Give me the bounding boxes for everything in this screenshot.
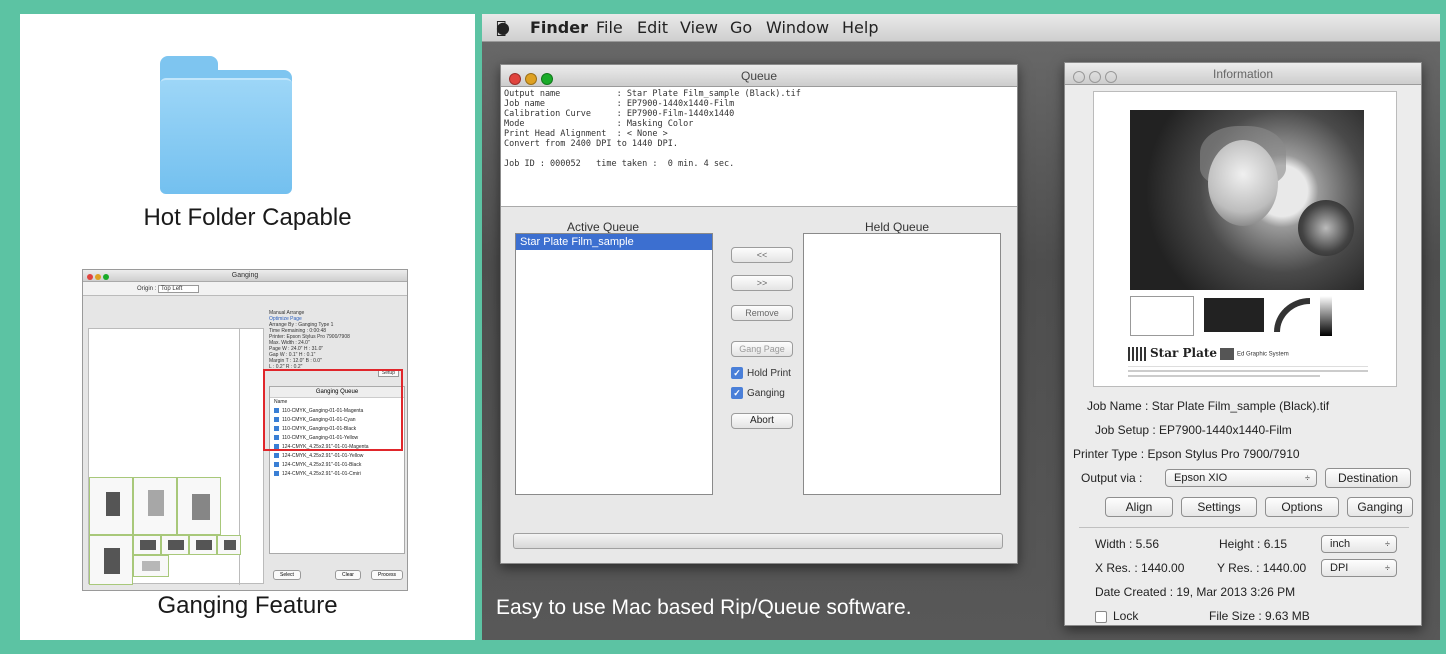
queue-window-titlebar: Queue (501, 65, 1017, 87)
apple-logo-icon[interactable]: ● (496, 14, 510, 42)
settings-button[interactable]: Settings (1181, 497, 1257, 517)
list-item: 124-CMYK_4.25x2.91"-01-01-Cmiri (270, 470, 404, 479)
list-item: 124-CMYK_4.25x2.91"-01-01-Yellow (270, 452, 404, 461)
output-via-label: Output via : (1081, 471, 1143, 485)
calibration-target (1130, 296, 1364, 336)
menu-window[interactable]: Window (766, 14, 829, 42)
queue-log: Output name : Star Plate Film_sample (Bl… (501, 87, 1017, 207)
lock-checkbox[interactable]: Lock (1095, 609, 1138, 623)
height-value: Height : 6.15 (1219, 537, 1288, 551)
remove-button[interactable]: Remove (731, 305, 793, 321)
job-preview: Star Plate Ed Graphic System (1093, 91, 1397, 387)
width-value: Width : 5.56 (1095, 537, 1160, 551)
info-window-titlebar: Information (1065, 63, 1421, 85)
hot-folder-icon (160, 56, 292, 194)
ganging-button[interactable]: Ganging (1347, 497, 1413, 517)
file-size: File Size : 9.63 MB (1209, 609, 1310, 623)
preview-photo (1130, 110, 1364, 290)
printer-type: Printer Type : Epson Stylus Pro 7900/791… (1073, 447, 1300, 461)
list-item[interactable]: Star Plate Film_sample (516, 234, 712, 250)
menu-help[interactable]: Help (842, 14, 878, 42)
information-window: Information Star Plate Ed Graphic System… (1064, 62, 1422, 626)
queue-window: Queue Output name : Star Plate Film_samp… (500, 64, 1018, 564)
zoom-button[interactable] (1105, 71, 1117, 83)
queue-window-title: Queue (740, 69, 778, 83)
mac-desktop:  ● Finder File Edit View Go Window Help… (482, 14, 1440, 640)
date-created: Date Created : 19, Mar 2013 3:26 PM (1095, 585, 1296, 599)
tagline: Easy to use Mac based Rip/Queue software… (496, 596, 912, 619)
left-feature-panel: Hot Folder Capable Ganging Origin : Top … (20, 14, 475, 640)
preview-fine-print (1128, 366, 1368, 380)
ganging-window-title: Ganging (83, 270, 407, 282)
ed-graphic-logo: Ed Graphic System (1220, 348, 1289, 360)
active-queue-label: Active Queue (567, 220, 640, 234)
gang-page-button[interactable]: Gang Page (731, 341, 793, 357)
progress-bar (513, 533, 1003, 549)
ganging-canvas (88, 328, 264, 585)
hot-folder-caption: Hot Folder Capable (143, 204, 352, 231)
menu-bar:  ● Finder File Edit View Go Window Help (482, 14, 1440, 42)
ganging-caption: Ganging Feature (157, 592, 338, 619)
menu-view[interactable]: View (680, 14, 718, 42)
output-via-select[interactable]: Epson XIO ÷ (1165, 469, 1317, 487)
stepper-arrows-icon: ÷ (1385, 563, 1390, 573)
minimize-button[interactable] (525, 73, 537, 85)
highlight-box (263, 369, 403, 451)
active-queue-list[interactable]: Star Plate Film_sample (515, 233, 713, 495)
ganging-buttons: Select Clear Process (269, 570, 405, 584)
move-left-button[interactable]: << (731, 247, 793, 263)
job-name: Job Name : Star Plate Film_sample (Black… (1087, 399, 1330, 413)
held-queue-list[interactable] (803, 233, 1001, 495)
ganging-toolbar: Origin : Top Left (83, 282, 407, 296)
star-plate-logo: Star Plate (1128, 346, 1217, 361)
x-res-value: X Res. : 1440.00 (1095, 561, 1185, 575)
job-setup: Job Setup : EP7900-1440x1440-Film (1095, 423, 1292, 437)
move-right-button[interactable]: >> (731, 275, 793, 291)
stepper-arrows-icon: ÷ (1305, 473, 1310, 483)
align-button[interactable]: Align (1105, 497, 1173, 517)
divider (1079, 527, 1409, 528)
info-window-title: Information (1212, 67, 1274, 81)
unit-select[interactable]: inch ÷ (1321, 535, 1397, 553)
menu-file[interactable]: File (596, 14, 623, 42)
minimize-button[interactable] (1089, 71, 1101, 83)
ganging-checkbox[interactable]: ✓ Ganging (731, 387, 785, 401)
res-unit-select[interactable]: DPI ÷ (1321, 559, 1397, 577)
stepper-arrows-icon: ÷ (1385, 539, 1390, 549)
hold-print-checkbox[interactable]: ✓ Hold Print (731, 367, 791, 381)
close-button[interactable] (1073, 71, 1085, 83)
y-res-value: Y Res. : 1440.00 (1217, 561, 1307, 575)
abort-button[interactable]: Abort (731, 413, 793, 429)
zoom-button[interactable] (541, 73, 553, 85)
held-queue-label: Held Queue (865, 220, 930, 234)
checkbox-icon[interactable] (1095, 610, 1107, 623)
menu-edit[interactable]: Edit (637, 14, 668, 42)
menu-finder[interactable]: Finder (530, 14, 588, 42)
options-button[interactable]: Options (1265, 497, 1339, 517)
destination-button[interactable]: Destination (1325, 468, 1411, 488)
close-button[interactable] (509, 73, 521, 85)
menu-go[interactable]: Go (730, 14, 752, 42)
list-item: 124-CMYK_4.25x2.91"-01-01-Black (270, 461, 404, 470)
